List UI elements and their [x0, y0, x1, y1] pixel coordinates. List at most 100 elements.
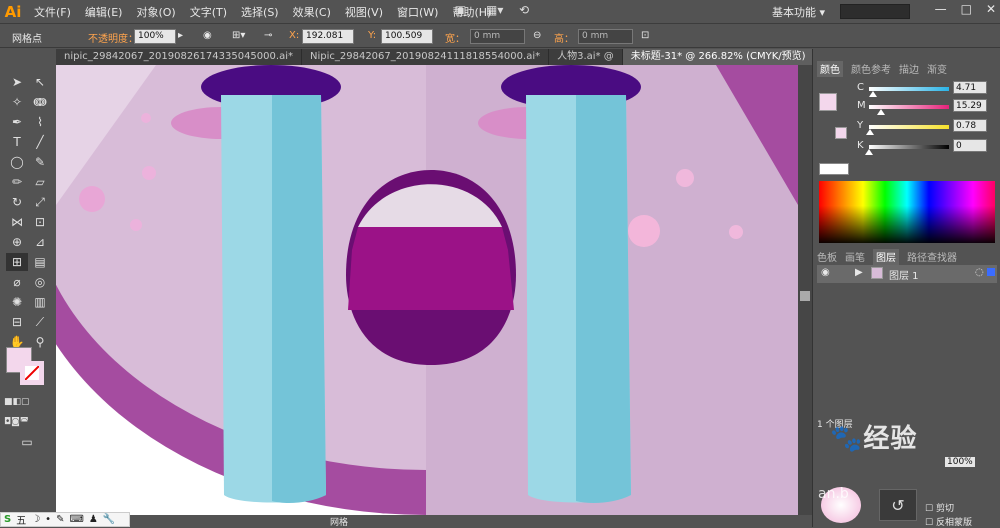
eyedropper-tool-icon[interactable]: ⌀: [6, 273, 28, 291]
line-tool-icon[interactable]: ╱: [29, 133, 51, 151]
tab-layers[interactable]: 图层: [873, 249, 899, 265]
opacity-field[interactable]: 100%: [134, 29, 176, 44]
ime-item-1[interactable]: 五: [16, 512, 26, 527]
ime-item-2[interactable]: ☽: [31, 514, 40, 525]
opacity-label[interactable]: 不透明度：: [88, 30, 138, 45]
rotate-tool-icon[interactable]: ↻: [6, 193, 28, 211]
gpu-sync-icon[interactable]: ⟲: [519, 3, 529, 21]
transform-icon[interactable]: ⊡: [641, 30, 649, 41]
menu-object[interactable]: 对象(O): [136, 4, 175, 20]
free-transform-tool-icon[interactable]: ⊡: [29, 213, 51, 231]
menu-edit[interactable]: 编辑(E): [85, 4, 123, 20]
color-spectrum[interactable]: [819, 181, 995, 243]
channel-c-value[interactable]: 4.71: [953, 81, 987, 94]
eraser-tool-icon[interactable]: ▱: [29, 173, 51, 191]
width-tool-icon[interactable]: ⋈: [6, 213, 28, 231]
close-button[interactable]: ✕: [986, 2, 996, 16]
channel-y-bar[interactable]: [865, 125, 949, 135]
mesh-tool-icon[interactable]: ⊞: [6, 253, 28, 271]
selection-tool-icon[interactable]: ➤: [6, 73, 28, 91]
blend-tool-icon[interactable]: ◎: [29, 273, 51, 291]
channel-y-value[interactable]: 0.78: [953, 119, 987, 132]
tab-pathfinder[interactable]: 路径查找器: [907, 249, 957, 265]
pen-tool-icon[interactable]: ✒: [6, 113, 28, 131]
stroke-swatch[interactable]: [20, 361, 44, 385]
vertical-scrollbar[interactable]: [798, 65, 812, 515]
channel-m-bar[interactable]: [869, 105, 949, 115]
tab-color-guide[interactable]: 颜色参考: [851, 61, 891, 77]
draw-mode-icons[interactable]: ◘◙◚: [4, 413, 29, 431]
invert-mask-checkbox[interactable]: ☐ 反相蒙版: [925, 515, 972, 528]
menu-view[interactable]: 视图(V): [345, 4, 383, 20]
opacity-dropdown-icon[interactable]: ▸: [178, 30, 183, 41]
tab-color[interactable]: 颜色: [817, 61, 843, 77]
tab-document-active[interactable]: 未标题-31* @ 266.82% (CMYK/预览): [622, 49, 815, 65]
width-field[interactable]: 0 mm: [470, 29, 525, 44]
paintbrush-tool-icon[interactable]: ✎: [29, 153, 51, 171]
percent-field[interactable]: 100%: [945, 457, 975, 467]
align-icon[interactable]: ⊞▾: [232, 30, 245, 41]
layer-row[interactable]: ◉ ▶ 图层 1 ◌: [817, 265, 997, 283]
symbol-sprayer-tool-icon[interactable]: ✺: [6, 293, 28, 311]
channel-k-bar[interactable]: [865, 145, 949, 155]
link-icon[interactable]: ⊖: [533, 30, 541, 41]
ime-item-4[interactable]: ✎: [56, 514, 64, 525]
pencil-tool-icon[interactable]: ✏: [6, 173, 28, 191]
zoom-tool-icon[interactable]: ⚲: [29, 333, 51, 351]
menu-effect[interactable]: 效果(C): [293, 4, 331, 20]
layer-name[interactable]: 图层 1: [889, 267, 919, 282]
expand-arrow-icon[interactable]: ▶: [855, 267, 863, 278]
workspace-switcher[interactable]: 基本功能 ▾: [772, 4, 825, 20]
x-field[interactable]: 192.081: [302, 29, 354, 44]
ime-item-7[interactable]: 🔧: [103, 514, 115, 525]
ime-item-3[interactable]: •: [45, 514, 51, 525]
slice-tool-icon[interactable]: ⟋: [29, 313, 51, 331]
search-input[interactable]: [840, 4, 910, 19]
type-tool-icon[interactable]: T: [6, 133, 28, 151]
menu-window[interactable]: 窗口(W): [397, 4, 438, 20]
out-of-gamut-swatch[interactable]: [835, 127, 847, 139]
y-field[interactable]: 100.509: [381, 29, 433, 44]
screen-mode-icon[interactable]: ▭: [16, 433, 38, 451]
scroll-thumb[interactable]: [800, 291, 810, 301]
channel-m-value[interactable]: 15.29: [953, 99, 987, 112]
shape-builder-tool-icon[interactable]: ⊕: [6, 233, 28, 251]
perspective-grid-tool-icon[interactable]: ⊿: [29, 233, 51, 251]
ime-item-5[interactable]: ⌨: [69, 514, 83, 525]
menu-file[interactable]: 文件(F): [34, 4, 71, 20]
maximize-button[interactable]: □: [961, 2, 972, 16]
menu-type[interactable]: 文字(T): [190, 4, 227, 20]
magic-wand-tool-icon[interactable]: ✧: [6, 93, 28, 111]
transform-anchor-icon[interactable]: ⊸: [264, 30, 272, 41]
color-mode-icons[interactable]: ■◧▢: [4, 393, 30, 411]
minimize-button[interactable]: —: [935, 2, 947, 16]
recolor-icon[interactable]: ◉: [203, 30, 212, 41]
scale-tool-icon[interactable]: ⤢: [29, 193, 51, 211]
tab-document-3[interactable]: 人物3.ai* @: [549, 49, 623, 65]
arrange-documents-icon[interactable]: ▦▾: [486, 3, 503, 21]
tab-stroke[interactable]: 描边: [899, 61, 919, 77]
make-mask-button[interactable]: ↺: [879, 489, 917, 521]
gradient-tool-icon[interactable]: ▤: [29, 253, 51, 271]
lasso-tool-icon[interactable]: ↈ: [29, 93, 51, 111]
channel-k-knob[interactable]: [865, 149, 873, 155]
tab-document-2[interactable]: Nipic_29842067_20190824111818554000.ai*: [302, 49, 550, 65]
menu-select[interactable]: 选择(S): [241, 4, 279, 20]
target-icon[interactable]: ◌: [975, 267, 984, 278]
tab-swatches[interactable]: 色板: [817, 249, 837, 265]
tab-gradient[interactable]: 渐变: [927, 61, 947, 77]
color-fill-swatch[interactable]: [819, 93, 837, 111]
direct-selection-tool-icon[interactable]: ↖: [29, 73, 51, 91]
none-white-black-swatches[interactable]: [819, 163, 849, 175]
height-field[interactable]: 0 mm: [578, 29, 633, 44]
bridge-icon[interactable]: ▣: [455, 3, 466, 21]
curvature-tool-icon[interactable]: ⌇: [29, 113, 51, 131]
tab-document-1[interactable]: nipic_29842067_20190826174335045000.ai*: [56, 49, 302, 65]
channel-m-knob[interactable]: [877, 109, 886, 115]
ellipse-tool-icon[interactable]: ◯: [6, 153, 28, 171]
clip-checkbox[interactable]: ☐ 剪切: [925, 501, 954, 514]
channel-y-knob[interactable]: [865, 129, 874, 135]
visibility-eye-icon[interactable]: ◉: [821, 267, 830, 278]
channel-c-knob[interactable]: [868, 91, 877, 97]
tab-brushes[interactable]: 画笔: [845, 249, 865, 265]
